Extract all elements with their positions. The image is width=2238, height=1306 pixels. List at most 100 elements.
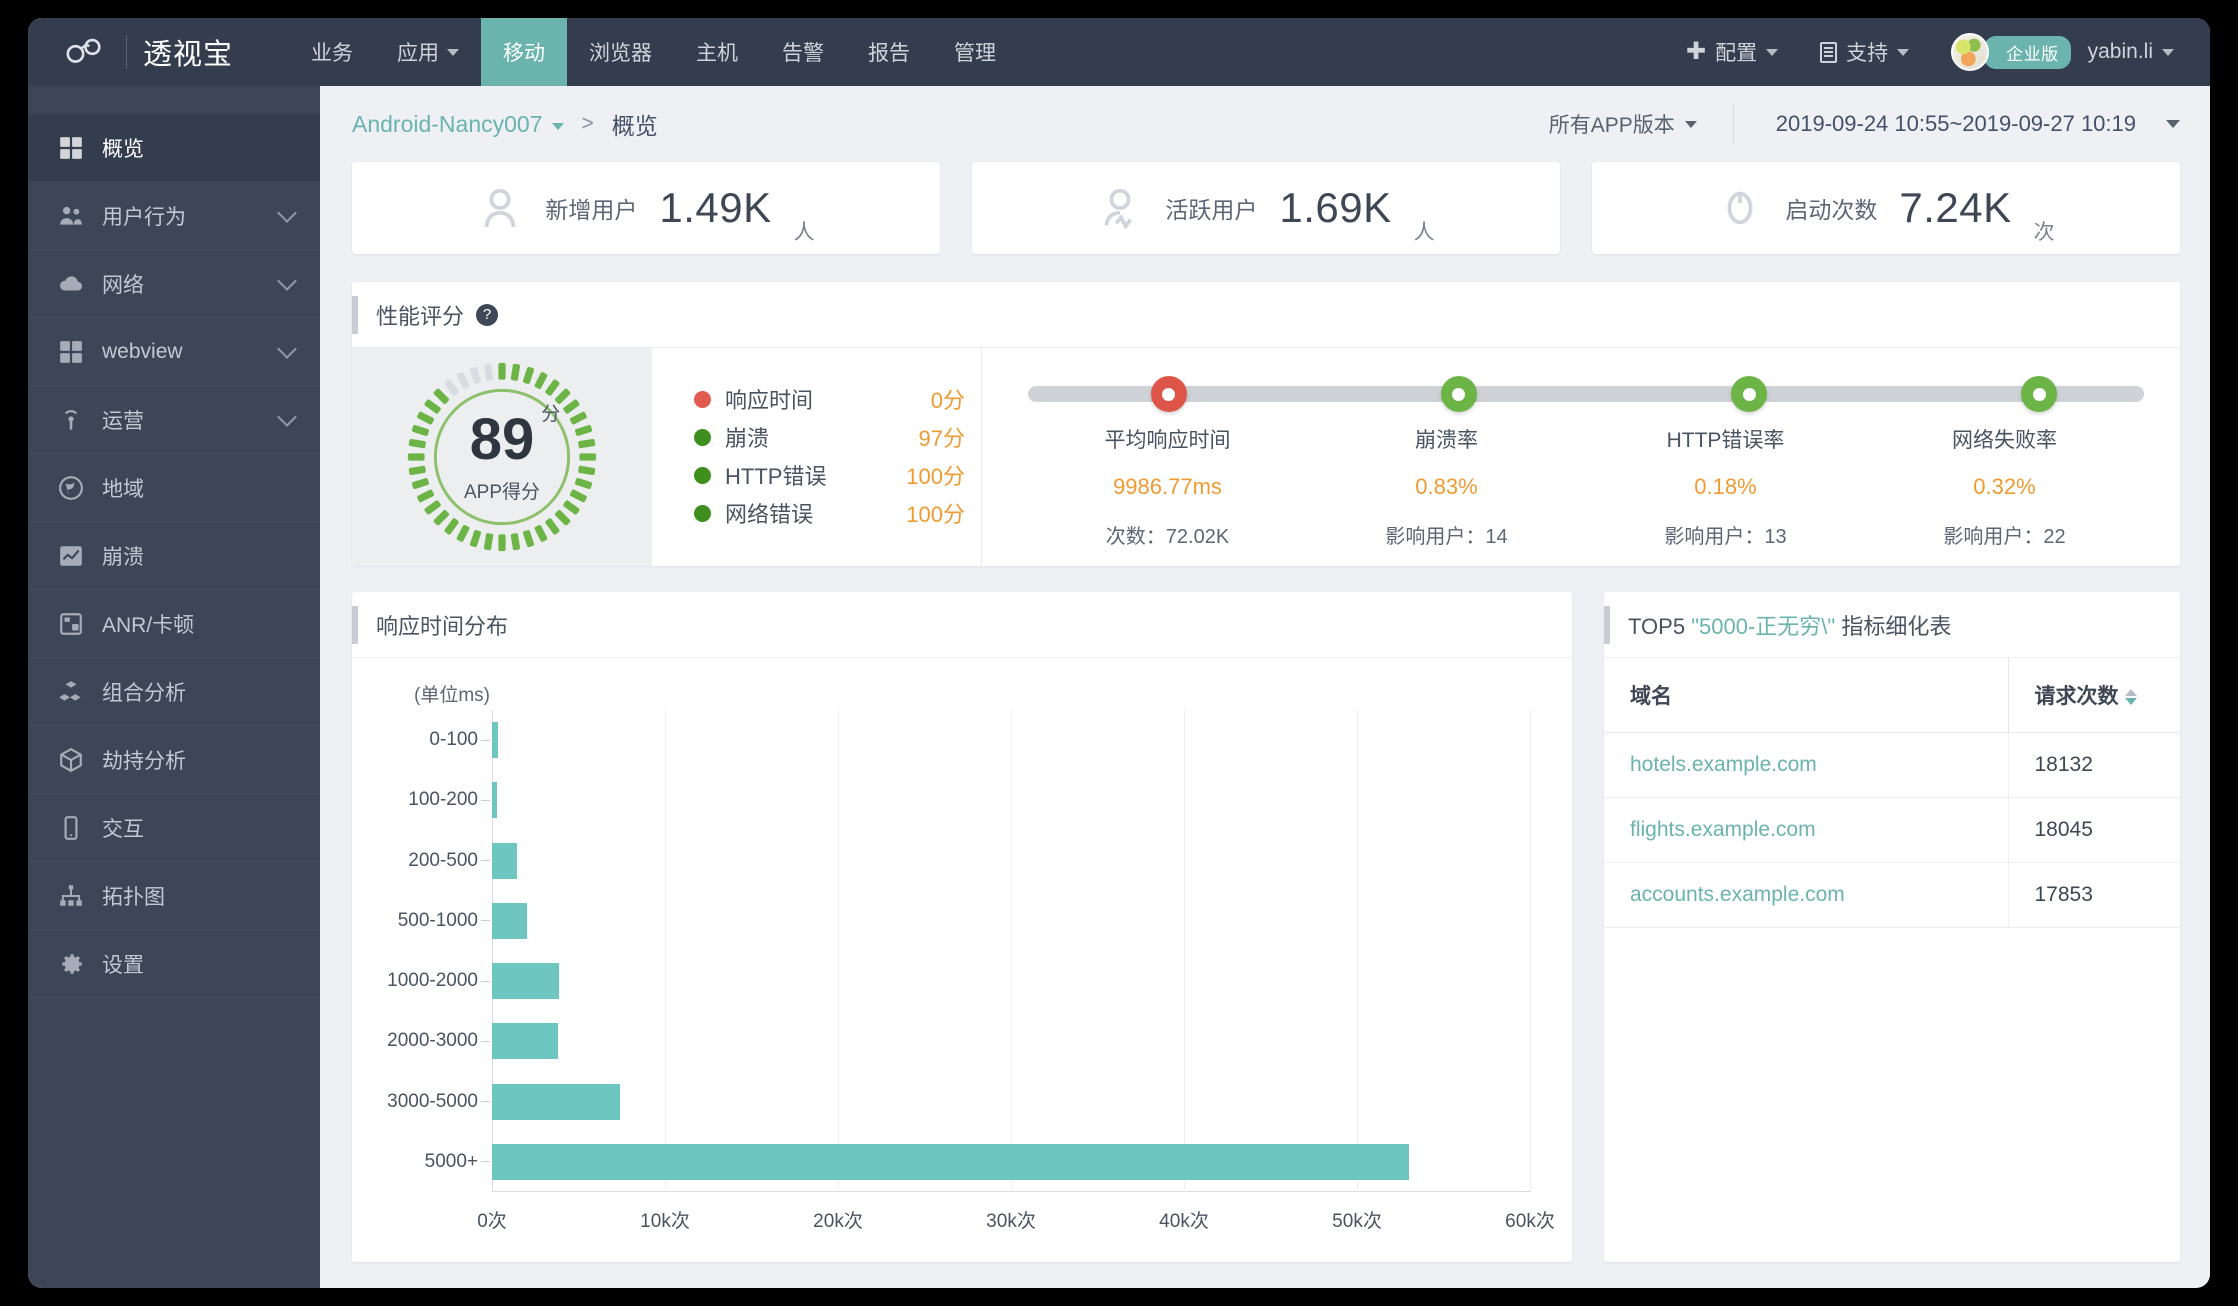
- legend-value: 97分: [918, 426, 965, 451]
- chevron-down-icon: [1684, 120, 1697, 128]
- cell-domain: flights.example.com: [1604, 797, 2008, 863]
- slider-knob-crash-rate[interactable]: [1440, 376, 1477, 412]
- sidebar-item-label: webview: [102, 339, 183, 363]
- axis-tick: [481, 920, 490, 922]
- chevron-down-icon[interactable]: [551, 122, 564, 130]
- sidebar-item-topology[interactable]: 拓扑图: [28, 862, 320, 930]
- cloud-icon: [58, 271, 84, 297]
- nav-item-business[interactable]: 业务: [289, 18, 375, 86]
- nav-label: 告警: [782, 42, 825, 65]
- slider-knob-http-error-rate[interactable]: [1731, 376, 1768, 412]
- nav-item-application[interactable]: 应用: [375, 18, 481, 86]
- sidebar-item-overview[interactable]: 概览: [28, 114, 320, 182]
- gauge-caption: APP得分: [463, 481, 541, 503]
- page-title: 性能评分: [376, 303, 465, 329]
- app-version-select[interactable]: 所有APP版本: [1549, 109, 1733, 139]
- column-header-requests[interactable]: 请求次数: [2007, 658, 2180, 733]
- app-window: 透视宝 业务 应用 移动 浏览器 主机 告警 报告 管理 ✚ 配置 支持 企业版…: [28, 18, 2210, 1288]
- legend-label: HTTP错误: [725, 464, 827, 489]
- sidebar-item-crash[interactable]: 崩溃: [28, 522, 320, 590]
- bar[interactable]: [492, 1083, 621, 1120]
- chart-box-icon: [58, 543, 84, 569]
- config-menu[interactable]: ✚ 配置: [1686, 37, 1779, 67]
- sidebar-item-hijack-analysis[interactable]: 劫持分析: [28, 726, 320, 794]
- nav-item-host[interactable]: 主机: [674, 18, 760, 86]
- column-header-label: 请求次数: [2034, 685, 2119, 708]
- domain-link[interactable]: flights.example.com: [1630, 818, 1816, 841]
- chart-area: (单位ms) 0次 10k次 20k次 30k次 40k次 50k次 60k次 0-100 10…: [352, 658, 1572, 1262]
- bar[interactable]: [492, 842, 518, 879]
- box-icon: [58, 747, 84, 773]
- sidebar-item-webview[interactable]: webview: [28, 318, 320, 386]
- date-range-select[interactable]: 2019-09-24 10:55~2019-09-27 10:19: [1732, 105, 2180, 143]
- sidebar-item-label: 设置: [102, 953, 144, 977]
- nav-label: 浏览器: [589, 42, 653, 65]
- y-axis-tick-label: 100-200: [408, 789, 478, 811]
- question-icon[interactable]: ?: [476, 303, 499, 326]
- sidebar-item-settings[interactable]: 设置: [28, 930, 320, 998]
- breadcrumb-app-selector[interactable]: Android-Nancy007: [352, 111, 543, 138]
- metric-sub: 影响用户：14: [1385, 526, 1508, 548]
- bar[interactable]: [492, 963, 559, 1000]
- kpi-label: 活跃用户: [1165, 197, 1258, 223]
- nav-item-mobile[interactable]: 移动: [481, 18, 568, 86]
- metric-value: 0.32%: [1973, 474, 2036, 499]
- performance-panel-header: 性能评分 ?: [352, 282, 2180, 348]
- brand[interactable]: 透视宝: [64, 31, 233, 73]
- kpi-label: 启动次数: [1785, 197, 1878, 223]
- slider-knob-network-failure-rate[interactable]: [2021, 376, 2058, 412]
- slider-knob-response-time[interactable]: [1150, 376, 1187, 412]
- kpi-unit: 人: [1413, 221, 1435, 244]
- nav-label: 管理: [954, 42, 997, 65]
- sidebar-item-label: 地域: [102, 477, 144, 501]
- status-dot: [694, 466, 711, 484]
- sidebar-item-label: 概览: [102, 137, 144, 161]
- sidebar-item-anr[interactable]: ANR/卡顿: [28, 590, 320, 658]
- chevron-down-icon: [277, 270, 297, 291]
- app-version-label: 所有APP版本: [1548, 114, 1675, 137]
- sidebar-item-operations[interactable]: 运营: [28, 386, 320, 454]
- top5-table-panel: TOP5 "5000-正无穷\" 指标细化表 域名 请求次数 hotels.ex…: [1604, 592, 2180, 1262]
- table-header-row: 域名 请求次数: [1604, 658, 2180, 733]
- performance-panel-body: 89 分 APP得分 响应时间 0分 崩溃 97分 HTTP错误 100分 网络…: [352, 348, 2180, 566]
- sidebar-item-network[interactable]: 网络: [28, 250, 320, 318]
- bar[interactable]: [492, 902, 528, 939]
- support-menu[interactable]: 支持: [1820, 37, 1910, 67]
- sitemap-icon: [58, 883, 84, 909]
- kpi-card-launch-count: 启动次数 7.24K 次: [1592, 162, 2180, 254]
- app-body: 概览 用户行为 网络 webview 运营 地域 崩溃 ANR/卡顿 组合分析 …: [28, 86, 2210, 1288]
- sidebar-item-interaction[interactable]: 交互: [28, 794, 320, 862]
- metric-crash-rate: 崩溃率 0.83% 影响用户：14: [1307, 424, 1586, 549]
- nav-item-manage[interactable]: 管理: [932, 18, 1018, 86]
- sort-icon[interactable]: [2124, 689, 2137, 706]
- bar[interactable]: [492, 1023, 558, 1060]
- bar-row: 200-500: [408, 831, 1530, 891]
- nav-item-browser[interactable]: 浏览器: [567, 18, 674, 86]
- nav-item-alarm[interactable]: 告警: [760, 18, 846, 86]
- sidebar-item-label: 组合分析: [102, 681, 186, 705]
- sidebar-item-region[interactable]: 地域: [28, 454, 320, 522]
- cell-domain: hotels.example.com: [1604, 732, 2008, 798]
- bar[interactable]: [492, 722, 498, 759]
- sidebar-item-user-behavior[interactable]: 用户行为: [28, 182, 320, 250]
- sidebar-item-label: 崩溃: [102, 545, 144, 569]
- domain-link[interactable]: accounts.example.com: [1630, 883, 1845, 906]
- status-dot: [694, 390, 711, 408]
- user-menu[interactable]: 企业版 yabin.li: [1951, 33, 2174, 71]
- legend-value: 0分: [930, 388, 965, 413]
- domain-link[interactable]: hotels.example.com: [1630, 753, 1817, 776]
- x-axis-tick-label: 50k次: [1332, 1211, 1382, 1232]
- sidebar-item-combination-analysis[interactable]: 组合分析: [28, 658, 320, 726]
- metric-slider: [1028, 368, 2144, 424]
- column-header-domain[interactable]: 域名: [1604, 658, 2008, 733]
- cell-domain: accounts.example.com: [1604, 862, 2008, 928]
- nav-item-report[interactable]: 报告: [846, 18, 932, 86]
- cubes-icon: [58, 679, 84, 705]
- chevron-down-icon: [2162, 48, 2174, 56]
- legend-row: 网络错误 100分: [694, 494, 981, 532]
- legend-label: 崩溃: [725, 426, 770, 451]
- bar[interactable]: [492, 782, 498, 819]
- kpi-value: 7.24K: [1899, 184, 2012, 231]
- gauge-container: 89 分 APP得分: [352, 348, 652, 566]
- bar[interactable]: [492, 1143, 1409, 1180]
